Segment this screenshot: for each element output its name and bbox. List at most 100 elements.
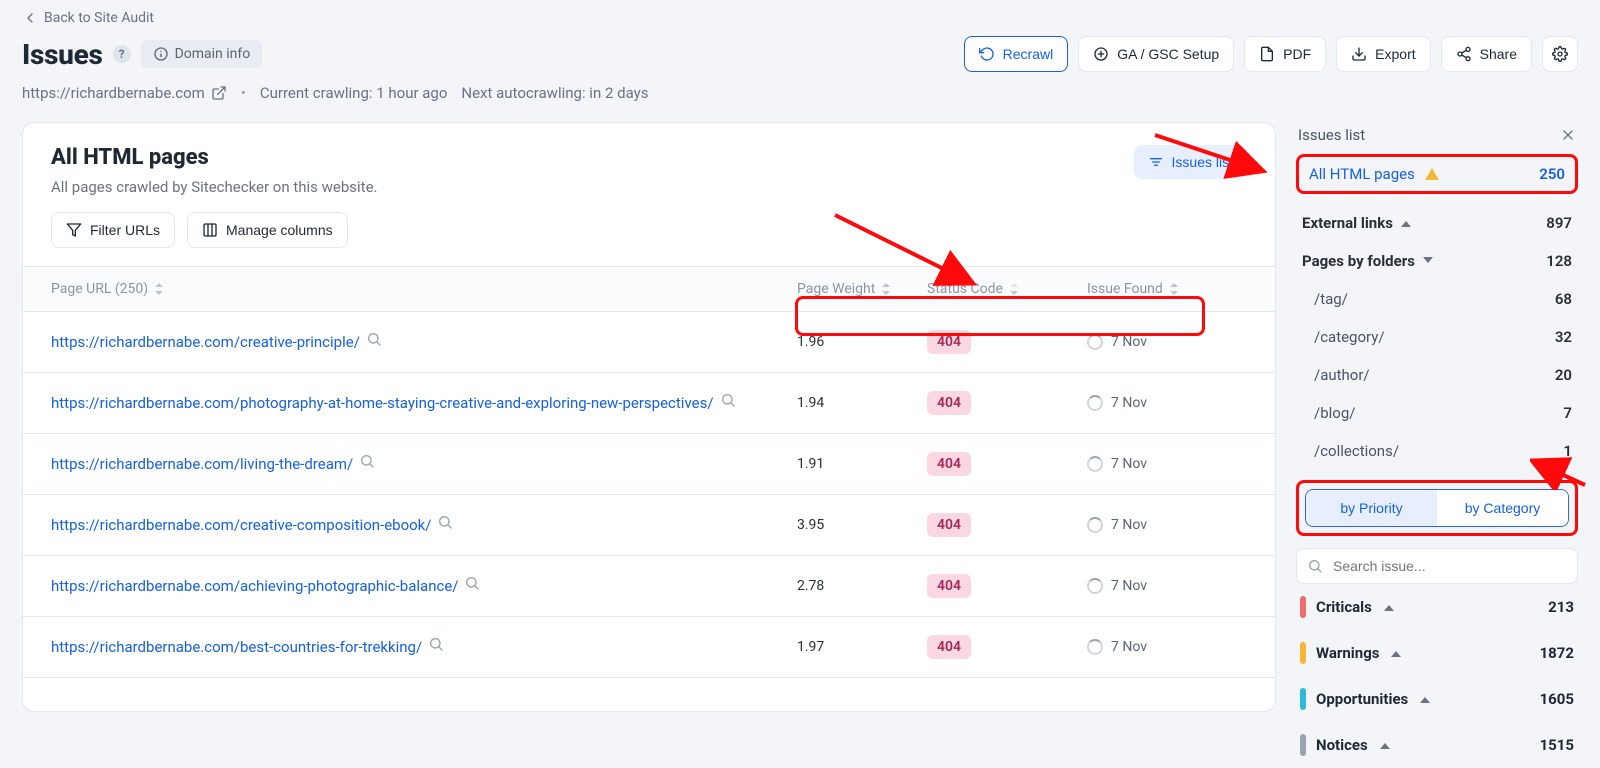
inspect-icon[interactable] <box>437 514 453 530</box>
page-url-link[interactable]: https://richardbernabe.com/best-countrie… <box>51 638 422 656</box>
folder-count: 20 <box>1555 366 1572 384</box>
search-issue-input[interactable] <box>1331 557 1567 575</box>
col-issue-found[interactable]: Issue Found <box>1087 281 1247 297</box>
severity-color-bar <box>1300 734 1306 756</box>
sort-icon <box>881 283 891 295</box>
page-title: Issues <box>22 38 103 71</box>
chevron-up-icon <box>1391 647 1401 657</box>
issue-found-cell: 7 Nov <box>1087 334 1247 350</box>
page-url-cell: https://richardbernabe.com/photography-a… <box>51 392 771 415</box>
page-url-link[interactable]: https://richardbernabe.com/creative-comp… <box>51 516 431 534</box>
filter-urls-button[interactable]: Filter URLs <box>51 212 175 248</box>
status-code-cell: 404 <box>927 330 1087 354</box>
search-issue[interactable] <box>1296 548 1578 584</box>
share-label: Share <box>1480 46 1517 62</box>
col-page-url-label: Page URL (250) <box>51 281 148 297</box>
severity-row[interactable]: Notices1515 <box>1296 722 1578 768</box>
page-url-cell: https://richardbernabe.com/living-the-dr… <box>51 453 771 476</box>
severity-count: 1515 <box>1540 736 1574 754</box>
sort-desc-icon <box>1009 283 1019 295</box>
severity-label: Warnings <box>1316 644 1379 662</box>
manage-columns-button[interactable]: Manage columns <box>187 212 348 248</box>
all-html-pages-row[interactable]: All HTML pages 250 <box>1296 154 1578 194</box>
progress-ring-icon <box>1087 456 1103 472</box>
inspect-icon[interactable] <box>464 575 480 591</box>
back-label: Back to Site Audit <box>44 10 154 26</box>
status-badge: 404 <box>927 330 971 354</box>
external-links-count: 897 <box>1546 214 1572 232</box>
page-url-link[interactable]: https://richardbernabe.com/creative-prin… <box>51 333 360 351</box>
page-url-link[interactable]: https://richardbernabe.com/living-the-dr… <box>51 455 353 473</box>
site-url-link[interactable]: https://richardbernabe.com <box>22 84 227 102</box>
folder-path: /blog/ <box>1314 404 1355 422</box>
info-icon[interactable]: ? <box>113 45 131 63</box>
issue-found-cell: 7 Nov <box>1087 517 1247 533</box>
inspect-icon[interactable] <box>366 331 382 347</box>
ga-gsc-button[interactable]: GA / GSC Setup <box>1078 36 1234 72</box>
col-issue-found-label: Issue Found <box>1087 281 1163 297</box>
status-code-cell: 404 <box>927 513 1087 537</box>
folder-row[interactable]: /category/32 <box>1296 318 1578 356</box>
table-header: Page URL (250) Page Weight Status Code I… <box>23 266 1275 312</box>
col-status-code[interactable]: Status Code <box>927 281 1087 297</box>
recrawl-button[interactable]: Recrawl <box>964 36 1069 72</box>
folder-row[interactable]: /author/20 <box>1296 356 1578 394</box>
chevron-up-icon <box>1384 601 1394 611</box>
search-icon <box>1307 558 1323 574</box>
domain-info-pill[interactable]: Domain info <box>141 40 263 68</box>
back-to-site-audit[interactable]: Back to Site Audit <box>22 10 154 26</box>
share-button[interactable]: Share <box>1441 36 1532 72</box>
progress-ring-icon <box>1087 517 1103 533</box>
inspect-icon[interactable] <box>720 392 736 408</box>
severity-label: Criticals <box>1316 598 1372 616</box>
status-badge: 404 <box>927 391 971 415</box>
inspect-icon[interactable] <box>428 636 444 652</box>
inspect-icon[interactable] <box>359 453 375 469</box>
chevron-up-icon <box>1401 217 1411 227</box>
settings-button[interactable] <box>1542 36 1578 72</box>
page-weight-cell: 1.91 <box>797 456 927 472</box>
external-links-row[interactable]: External links 897 <box>1296 204 1578 242</box>
external-links-label: External links <box>1302 214 1393 232</box>
issues-list-chip[interactable]: Issues list <box>1134 145 1247 179</box>
status-code-cell: 404 <box>927 635 1087 659</box>
folder-count: 68 <box>1555 290 1572 308</box>
seg-by-priority[interactable]: by Priority <box>1306 490 1437 526</box>
all-html-label: All HTML pages <box>1309 165 1415 183</box>
severity-count: 1872 <box>1540 644 1574 662</box>
external-link-icon <box>211 85 227 101</box>
folder-row[interactable]: /blog/7 <box>1296 394 1578 432</box>
close-icon[interactable] <box>1560 127 1576 143</box>
page-weight-cell: 1.96 <box>797 334 927 350</box>
folder-path: /tag/ <box>1314 290 1348 308</box>
severity-row[interactable]: Opportunities1605 <box>1296 676 1578 722</box>
pdf-button[interactable]: PDF <box>1244 36 1326 72</box>
col-page-weight[interactable]: Page Weight <box>797 281 927 297</box>
col-page-url[interactable]: Page URL (250) <box>51 281 797 297</box>
export-button[interactable]: Export <box>1336 36 1430 72</box>
seg-by-category[interactable]: by Category <box>1437 490 1568 526</box>
domain-info-label: Domain info <box>175 46 251 62</box>
folder-row[interactable]: /collections/1 <box>1296 432 1578 470</box>
page-url-link[interactable]: https://richardbernabe.com/achieving-pho… <box>51 577 458 595</box>
info-circle-icon <box>153 46 169 62</box>
funnel-icon <box>66 222 82 238</box>
page-url-link[interactable]: https://richardbernabe.com/photography-a… <box>51 394 714 412</box>
severity-row[interactable]: Warnings 1872 <box>1296 630 1578 676</box>
pdf-icon <box>1259 46 1275 62</box>
severity-row[interactable]: Criticals213 <box>1296 584 1578 630</box>
severity-label: Opportunities <box>1316 690 1408 708</box>
download-icon <box>1351 46 1367 62</box>
issue-found-cell: 7 Nov <box>1087 639 1247 655</box>
status-badge: 404 <box>927 513 971 537</box>
page-url-cell: https://richardbernabe.com/achieving-pho… <box>51 575 771 598</box>
status-badge: 404 <box>927 452 971 476</box>
progress-ring-icon <box>1087 395 1103 411</box>
folder-row[interactable]: /tag/68 <box>1296 280 1578 318</box>
sort-icon <box>154 283 164 295</box>
col-page-weight-label: Page Weight <box>797 281 875 297</box>
folders-count: 128 <box>1546 252 1572 270</box>
pages-card: All HTML pages All pages crawled by Site… <box>22 122 1276 712</box>
pages-by-folders-row[interactable]: Pages by folders 128 <box>1296 242 1578 280</box>
progress-ring-icon <box>1087 639 1103 655</box>
